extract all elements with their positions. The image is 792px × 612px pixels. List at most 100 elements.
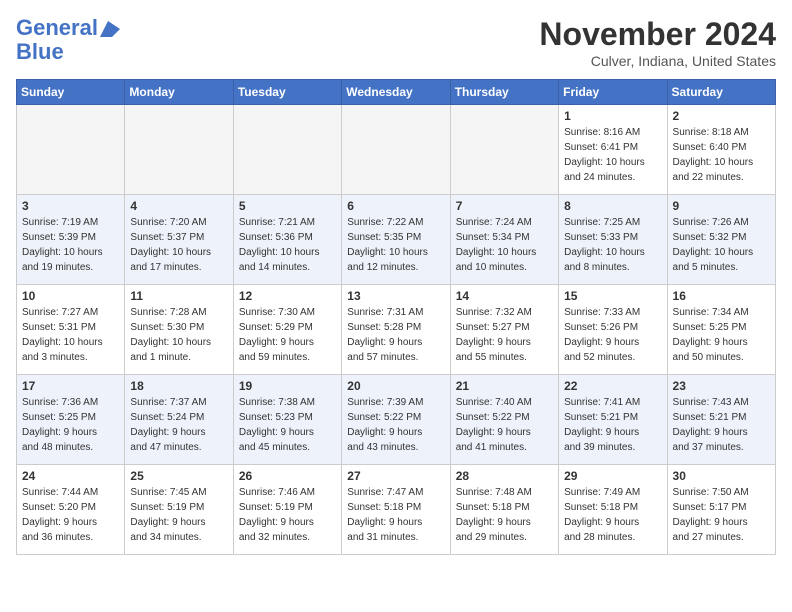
day-number: 29 xyxy=(564,469,661,483)
day-number: 7 xyxy=(456,199,553,213)
month-title: November 2024 xyxy=(539,16,776,53)
day-number: 17 xyxy=(22,379,119,393)
day-number: 15 xyxy=(564,289,661,303)
day-number: 19 xyxy=(239,379,336,393)
calendar-cell: 18Sunrise: 7:37 AM Sunset: 5:24 PM Dayli… xyxy=(125,375,233,465)
calendar-cell: 7 Sunrise: 7:24 AM Sunset: 5:34 PM Daylig… xyxy=(450,195,558,285)
day-info: Sunrise: 7:28 AM Sunset: 5:30 PM Dayligh… xyxy=(130,305,227,365)
day-number: 10 xyxy=(22,289,119,303)
logo-bird-icon xyxy=(98,19,120,37)
day-info: Sunrise: 7:30 AM Sunset: 5:29 PM Dayligh… xyxy=(239,305,336,365)
day-info: Sunrise: 7:24 AM Sunset: 5:34 PM Dayligh… xyxy=(456,215,553,275)
day-number: 14 xyxy=(456,289,553,303)
location: Culver, Indiana, United States xyxy=(539,53,776,69)
calendar-cell: 16 Sunrise: 7:34 AM Sunset: 5:25 PM Dayli… xyxy=(667,285,775,375)
logo-text: General xyxy=(16,16,98,40)
calendar-cell: 14 Sunrise: 7:32 AM Sunset: 5:27 PM Dayli… xyxy=(450,285,558,375)
day-number: 12 xyxy=(239,289,336,303)
calendar-cell: 9Sunrise: 7:26 AM Sunset: 5:32 PM Daylig… xyxy=(667,195,775,285)
logo: General Blue xyxy=(16,16,120,64)
day-number: 6 xyxy=(347,199,444,213)
calendar-cell: 3Sunrise: 7:19 AM Sunset: 5:39 PM Daylig… xyxy=(17,195,125,285)
day-info: Sunrise: 7:49 AM Sunset: 5:18 PM Dayligh… xyxy=(564,485,661,545)
day-number: 18 xyxy=(130,379,227,393)
day-number: 20 xyxy=(347,379,444,393)
day-info: Sunrise: 7:47 AM Sunset: 5:18 PM Dayligh… xyxy=(347,485,444,545)
day-info: Sunrise: 7:44 AM Sunset: 5:20 PM Dayligh… xyxy=(22,485,119,545)
day-number: 5 xyxy=(239,199,336,213)
calendar-cell: 26 Sunrise: 7:46 AM Sunset: 5:19 PM Dayli… xyxy=(233,465,341,555)
calendar-cell xyxy=(125,105,233,195)
weekday-header: Saturday xyxy=(667,80,775,105)
calendar-cell: 5 Sunrise: 7:21 AM Sunset: 5:36 PM Daylig… xyxy=(233,195,341,285)
day-number: 26 xyxy=(239,469,336,483)
day-info: Sunrise: 7:38 AM Sunset: 5:23 PM Dayligh… xyxy=(239,395,336,455)
day-info: Sunrise: 7:45 AM Sunset: 5:19 PM Dayligh… xyxy=(130,485,227,545)
day-number: 1 xyxy=(564,109,661,123)
day-info: Sunrise: 7:34 AM Sunset: 5:25 PM Dayligh… xyxy=(673,305,770,365)
calendar-cell: 20 Sunrise: 7:39 AM Sunset: 5:22 PM Dayli… xyxy=(342,375,450,465)
calendar-cell: 12 Sunrise: 7:30 AM Sunset: 5:29 PM Dayli… xyxy=(233,285,341,375)
calendar-week-row: 3Sunrise: 7:19 AM Sunset: 5:39 PM Daylig… xyxy=(17,195,776,285)
logo-blue: Blue xyxy=(16,39,64,64)
calendar-week-row: 1 Sunrise: 8:16 AM Sunset: 6:41 PM Daylig… xyxy=(17,105,776,195)
weekday-header: Monday xyxy=(125,80,233,105)
day-info: Sunrise: 8:16 AM Sunset: 6:41 PM Dayligh… xyxy=(564,125,661,185)
day-number: 23 xyxy=(673,379,770,393)
day-info: Sunrise: 7:36 AM Sunset: 5:25 PM Dayligh… xyxy=(22,395,119,455)
day-info: Sunrise: 7:50 AM Sunset: 5:17 PM Dayligh… xyxy=(673,485,770,545)
calendar-week-row: 17 Sunrise: 7:36 AM Sunset: 5:25 PM Dayli… xyxy=(17,375,776,465)
calendar-cell xyxy=(450,105,558,195)
calendar-cell: 13Sunrise: 7:31 AM Sunset: 5:28 PM Dayli… xyxy=(342,285,450,375)
logo-general: General xyxy=(16,15,98,40)
day-info: Sunrise: 7:22 AM Sunset: 5:35 PM Dayligh… xyxy=(347,215,444,275)
calendar-cell: 23 Sunrise: 7:43 AM Sunset: 5:21 PM Dayli… xyxy=(667,375,775,465)
day-number: 16 xyxy=(673,289,770,303)
calendar-cell: 30 Sunrise: 7:50 AM Sunset: 5:17 PM Dayli… xyxy=(667,465,775,555)
calendar-cell: 27Sunrise: 7:47 AM Sunset: 5:18 PM Dayli… xyxy=(342,465,450,555)
day-number: 30 xyxy=(673,469,770,483)
calendar-table: SundayMondayTuesdayWednesdayThursdayFrid… xyxy=(16,79,776,555)
day-info: Sunrise: 7:43 AM Sunset: 5:21 PM Dayligh… xyxy=(673,395,770,455)
day-info: Sunrise: 7:48 AM Sunset: 5:18 PM Dayligh… xyxy=(456,485,553,545)
day-info: Sunrise: 7:46 AM Sunset: 5:19 PM Dayligh… xyxy=(239,485,336,545)
weekday-header: Thursday xyxy=(450,80,558,105)
calendar-cell: 28Sunrise: 7:48 AM Sunset: 5:18 PM Dayli… xyxy=(450,465,558,555)
header-area: General Blue November 2024 Culver, India… xyxy=(16,16,776,69)
calendar-cell: 19 Sunrise: 7:38 AM Sunset: 5:23 PM Dayli… xyxy=(233,375,341,465)
calendar-cell: 2 Sunrise: 8:18 AM Sunset: 6:40 PM Daylig… xyxy=(667,105,775,195)
day-info: Sunrise: 7:32 AM Sunset: 5:27 PM Dayligh… xyxy=(456,305,553,365)
day-info: Sunrise: 7:39 AM Sunset: 5:22 PM Dayligh… xyxy=(347,395,444,455)
day-number: 22 xyxy=(564,379,661,393)
day-number: 2 xyxy=(673,109,770,123)
calendar-cell: 10 Sunrise: 7:27 AM Sunset: 5:31 PM Dayli… xyxy=(17,285,125,375)
day-number: 8 xyxy=(564,199,661,213)
calendar-cell: 8 Sunrise: 7:25 AM Sunset: 5:33 PM Daylig… xyxy=(559,195,667,285)
day-number: 4 xyxy=(130,199,227,213)
day-number: 24 xyxy=(22,469,119,483)
day-number: 25 xyxy=(130,469,227,483)
day-number: 9 xyxy=(673,199,770,213)
day-info: Sunrise: 7:20 AM Sunset: 5:37 PM Dayligh… xyxy=(130,215,227,275)
calendar-cell xyxy=(233,105,341,195)
calendar-cell xyxy=(342,105,450,195)
day-number: 13 xyxy=(347,289,444,303)
day-info: Sunrise: 7:40 AM Sunset: 5:22 PM Dayligh… xyxy=(456,395,553,455)
day-info: Sunrise: 7:27 AM Sunset: 5:31 PM Dayligh… xyxy=(22,305,119,365)
calendar-cell xyxy=(17,105,125,195)
day-info: Sunrise: 8:18 AM Sunset: 6:40 PM Dayligh… xyxy=(673,125,770,185)
calendar-week-row: 24 Sunrise: 7:44 AM Sunset: 5:20 PM Dayli… xyxy=(17,465,776,555)
weekday-header: Wednesday xyxy=(342,80,450,105)
day-number: 3 xyxy=(22,199,119,213)
day-info: Sunrise: 7:33 AM Sunset: 5:26 PM Dayligh… xyxy=(564,305,661,365)
calendar-cell: 6 Sunrise: 7:22 AM Sunset: 5:35 PM Daylig… xyxy=(342,195,450,285)
day-info: Sunrise: 7:21 AM Sunset: 5:36 PM Dayligh… xyxy=(239,215,336,275)
calendar-cell: 15 Sunrise: 7:33 AM Sunset: 5:26 PM Dayli… xyxy=(559,285,667,375)
day-info: Sunrise: 7:25 AM Sunset: 5:33 PM Dayligh… xyxy=(564,215,661,275)
weekday-header: Tuesday xyxy=(233,80,341,105)
title-area: November 2024 Culver, Indiana, United St… xyxy=(539,16,776,69)
calendar-cell: 24 Sunrise: 7:44 AM Sunset: 5:20 PM Dayli… xyxy=(17,465,125,555)
calendar-cell: 21Sunrise: 7:40 AM Sunset: 5:22 PM Dayli… xyxy=(450,375,558,465)
calendar-cell: 29 Sunrise: 7:49 AM Sunset: 5:18 PM Dayli… xyxy=(559,465,667,555)
weekday-header: Friday xyxy=(559,80,667,105)
